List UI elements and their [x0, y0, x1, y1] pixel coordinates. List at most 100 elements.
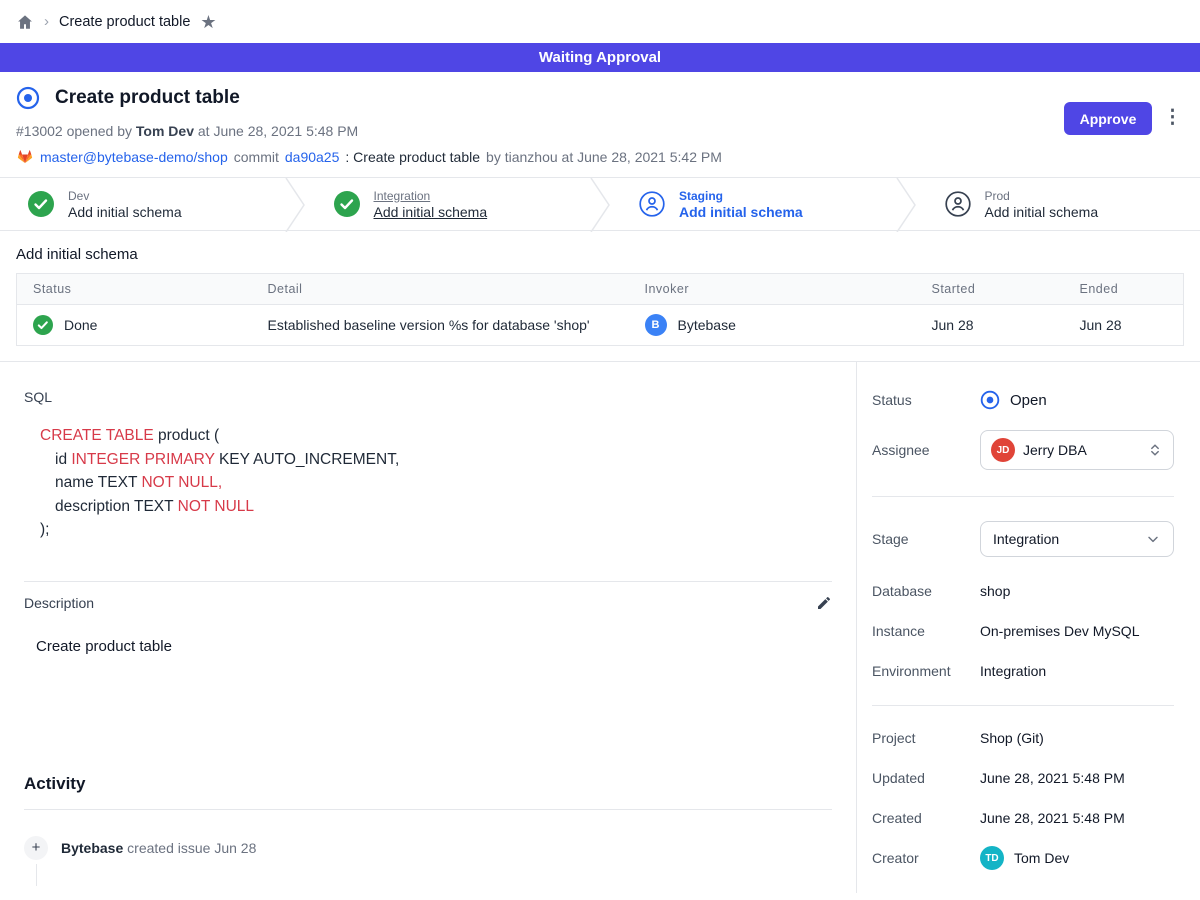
- stage-separator: [895, 178, 917, 232]
- selector-icon: [1147, 442, 1163, 458]
- project-value: Shop (Git): [980, 730, 1174, 746]
- gitlab-icon: [16, 148, 34, 165]
- lower-panel: SQL CREATE TABLE product ( id INTEGER PR…: [0, 361, 1200, 893]
- assignee-pending-icon: [639, 191, 665, 217]
- creator-value: Tom Dev: [1014, 850, 1069, 866]
- col-status: Status: [17, 274, 252, 305]
- timeline-line: [36, 864, 37, 886]
- col-invoker: Invoker: [629, 274, 916, 305]
- home-icon[interactable]: [16, 13, 34, 31]
- sidebar: Status Open Assignee JD Jerry DBA Stage …: [857, 362, 1200, 893]
- updated-label: Updated: [872, 770, 980, 786]
- page-title: Create product table: [55, 87, 240, 109]
- activity-actor: Bytebase: [61, 840, 123, 856]
- assignee-value: Jerry DBA: [1023, 442, 1139, 458]
- assignee-avatar: JD: [991, 438, 1015, 462]
- stage-staging[interactable]: Staging Add initial schema: [611, 178, 895, 230]
- activity-action: created issue Jun 28: [127, 840, 256, 856]
- stage-prod[interactable]: Prod Add initial schema: [917, 178, 1200, 230]
- stage-env-label: Dev: [68, 189, 182, 203]
- main-column: SQL CREATE TABLE product ( id INTEGER PR…: [0, 362, 857, 893]
- breadcrumb: › Create product table ★: [0, 0, 1200, 43]
- vcs-commit-line: master@bytebase-demo/shop commit da90a25…: [16, 148, 1184, 165]
- database-label: Database: [872, 583, 980, 599]
- stage-env-label: Staging: [679, 189, 803, 203]
- commit-author-time: by tianzhou at June 28, 2021 5:42 PM: [486, 149, 722, 165]
- assignee-dropdown[interactable]: JD Jerry DBA: [980, 430, 1174, 470]
- activity-item: + Bytebase created issue Jun 28: [24, 836, 832, 860]
- database-value: shop: [980, 583, 1174, 599]
- issue-meta: #13002 opened by Tom Dev at June 28, 202…: [16, 123, 1184, 139]
- task-heading: Add initial schema: [16, 246, 1184, 263]
- divider: [872, 705, 1174, 706]
- assignee-label: Assignee: [872, 442, 980, 458]
- stage-label: Stage: [872, 531, 980, 547]
- status-banner: Waiting Approval: [0, 43, 1200, 72]
- stage-task-label: Add initial schema: [985, 204, 1099, 220]
- add-comment-icon[interactable]: +: [24, 836, 48, 860]
- task-status: Done: [64, 317, 97, 333]
- updated-value: June 28, 2021 5:48 PM: [980, 770, 1174, 786]
- creator-avatar: TD: [980, 846, 1004, 870]
- instance-value: On-premises Dev MySQL: [980, 623, 1174, 639]
- more-options-icon[interactable]: ⋮: [1163, 105, 1182, 132]
- task-section: Add initial schema Status Detail Invoker…: [0, 246, 1200, 346]
- stage-task-label: Add initial schema: [679, 204, 803, 220]
- divider: [24, 809, 832, 810]
- stage-task-label: Add initial schema: [68, 204, 182, 220]
- stage-env-label: Prod: [985, 189, 1099, 203]
- environment-value: Integration: [980, 663, 1174, 679]
- stage-task-link[interactable]: Add initial schema: [374, 204, 488, 220]
- approve-button[interactable]: Approve: [1064, 102, 1152, 135]
- issue-author: Tom Dev: [136, 123, 194, 139]
- bytebase-avatar: B: [645, 314, 667, 336]
- stage-integration[interactable]: Integration Add initial schema: [306, 178, 590, 230]
- invoker-name: Bytebase: [678, 317, 736, 333]
- edit-pencil-icon[interactable]: [816, 595, 832, 611]
- bookmark-star-icon[interactable]: ★: [200, 13, 216, 31]
- pipeline: Dev Add initial schema Integration Add i…: [0, 177, 1200, 231]
- stage-dev[interactable]: Dev Add initial schema: [0, 178, 284, 230]
- stage-env-link[interactable]: Integration: [374, 189, 488, 203]
- task-table: Status Detail Invoker Started Ended Done…: [16, 273, 1184, 346]
- activity-heading: Activity: [24, 774, 832, 794]
- issue-open-icon: [980, 390, 1000, 410]
- created-label: Created: [872, 810, 980, 826]
- sql-code-block: CREATE TABLE product ( id INTEGER PRIMAR…: [40, 424, 832, 542]
- task-done-icon: [28, 191, 54, 217]
- stage-value: Integration: [993, 531, 1137, 547]
- issue-header: Create product table #13002 opened by To…: [0, 72, 1200, 177]
- col-started: Started: [916, 274, 1064, 305]
- creator-label: Creator: [872, 850, 980, 866]
- environment-label: Environment: [872, 663, 980, 679]
- stage-dropdown[interactable]: Integration: [980, 521, 1174, 557]
- task-detail: Established baseline version %s for data…: [252, 305, 629, 346]
- breadcrumb-page-title: Create product table: [59, 14, 190, 30]
- task-done-icon: [334, 191, 360, 217]
- assignee-pending-icon: [945, 191, 971, 217]
- commit-hash-link[interactable]: da90a25: [285, 149, 340, 165]
- table-row: Done Established baseline version %s for…: [17, 305, 1184, 346]
- status-label: Status: [872, 392, 980, 408]
- col-ended: Ended: [1064, 274, 1184, 305]
- stage-separator: [589, 178, 611, 232]
- created-value: June 28, 2021 5:48 PM: [980, 810, 1174, 826]
- chevron-right-icon: ›: [44, 13, 49, 30]
- issue-open-icon: [16, 86, 40, 110]
- status-value: Open: [1010, 392, 1047, 409]
- description-label: Description: [24, 595, 94, 611]
- ended-date: Jun 28: [1064, 305, 1184, 346]
- done-check-icon: [33, 315, 53, 335]
- branch-repo-link[interactable]: master@bytebase-demo/shop: [40, 149, 228, 165]
- divider: [24, 581, 832, 582]
- divider: [872, 496, 1174, 497]
- project-label: Project: [872, 730, 980, 746]
- instance-label: Instance: [872, 623, 980, 639]
- sql-label: SQL: [24, 389, 832, 405]
- description-text: Create product table: [36, 638, 832, 655]
- chevron-down-icon: [1145, 531, 1161, 547]
- commit-message: : Create product table: [345, 149, 480, 165]
- stage-separator: [284, 178, 306, 232]
- col-detail: Detail: [252, 274, 629, 305]
- started-date: Jun 28: [916, 305, 1064, 346]
